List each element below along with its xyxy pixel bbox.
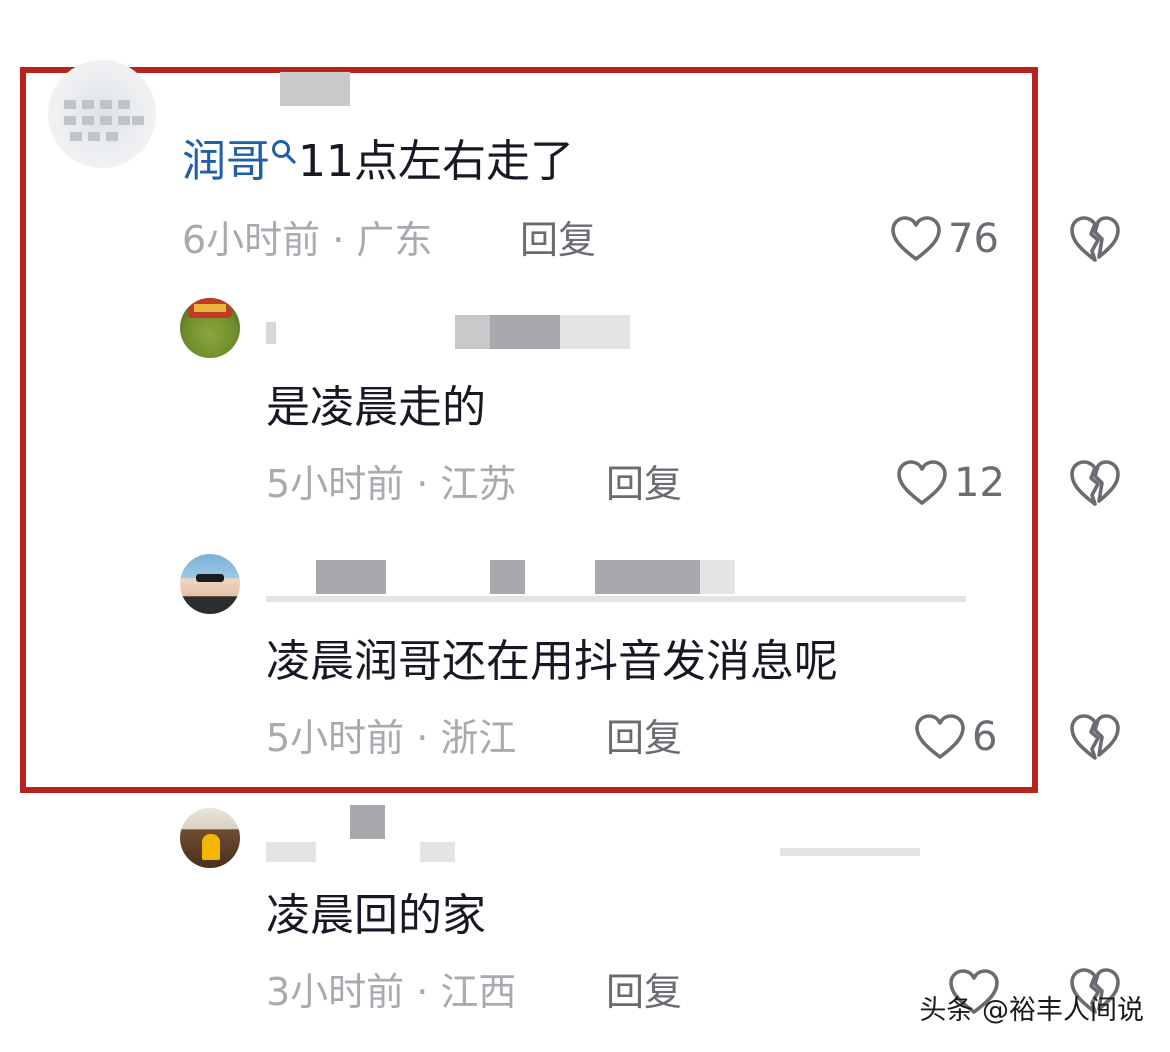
reply-button[interactable]: 回复	[520, 218, 596, 262]
comment-text: 是凌晨走的	[266, 382, 486, 433]
like-count: 6	[972, 714, 998, 760]
username-redacted	[490, 315, 560, 349]
comment-text: 润哥 11点左右走了	[182, 136, 574, 188]
username-redacted	[700, 560, 735, 594]
comment-meta: 6小时前 · 广东	[182, 218, 433, 262]
username-redacted	[595, 560, 700, 594]
reply-button[interactable]: 回复	[606, 462, 682, 506]
username-redacted	[266, 842, 316, 862]
reply-button[interactable]: 回复	[606, 970, 682, 1014]
watermark: 头条 @裕丰人间说	[919, 995, 1144, 1026]
username-redacted	[266, 322, 276, 344]
mention-link[interactable]: 润哥	[182, 136, 270, 187]
comment-text: 凌晨润哥还在用抖音发消息呢	[266, 636, 838, 687]
comment-text: 凌晨回的家	[266, 890, 486, 941]
comment-meta: 3小时前 · 江西	[266, 970, 517, 1014]
reply-button[interactable]: 回复	[606, 716, 682, 760]
avatar[interactable]	[180, 298, 240, 358]
like-button[interactable]: 6	[914, 712, 997, 762]
broken-heart-icon[interactable]	[1070, 459, 1120, 509]
comment-body: 11点左右走了	[298, 136, 574, 187]
like-count: 12	[954, 460, 1005, 506]
username-redacted	[280, 72, 350, 106]
avatar[interactable]	[180, 808, 240, 868]
like-button[interactable]: 76	[890, 214, 999, 264]
username-redacted	[350, 805, 385, 839]
username-redacted	[455, 315, 490, 349]
username-redacted	[266, 596, 966, 602]
broken-heart-icon[interactable]	[1070, 713, 1120, 763]
search-icon[interactable]	[270, 136, 298, 180]
like-count: 76	[948, 216, 999, 262]
comment-meta: 5小时前 · 浙江	[266, 716, 517, 760]
heart-outline-icon	[891, 216, 941, 261]
heart-outline-icon	[915, 714, 965, 759]
avatar[interactable]	[180, 554, 240, 614]
username-redacted	[316, 560, 386, 594]
username-redacted	[420, 842, 455, 862]
broken-heart-icon[interactable]	[1070, 215, 1120, 265]
username-redacted	[560, 315, 630, 349]
username-redacted	[780, 848, 920, 856]
heart-outline-icon	[897, 460, 947, 505]
username-redacted	[490, 560, 525, 594]
like-button[interactable]: 12	[896, 458, 1005, 508]
avatar[interactable]	[48, 60, 156, 168]
comment-meta: 5小时前 · 江苏	[266, 462, 517, 506]
